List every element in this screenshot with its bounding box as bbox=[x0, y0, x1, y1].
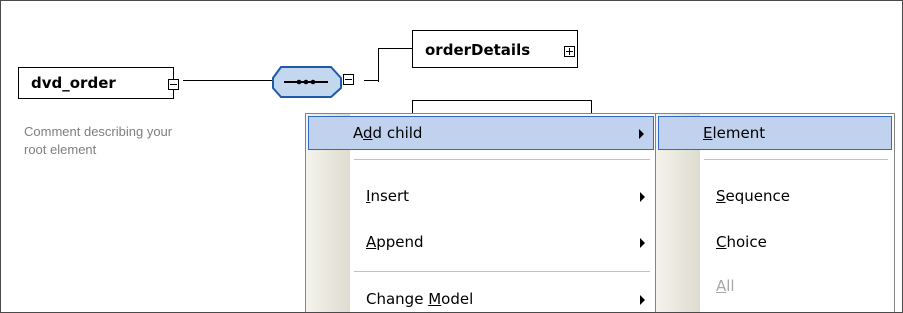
menu-separator bbox=[354, 159, 650, 160]
expand-toggle-icon[interactable] bbox=[564, 46, 575, 57]
label-part: ppend bbox=[376, 233, 424, 251]
connector-line bbox=[364, 80, 378, 81]
root-element-name: dvd_order bbox=[31, 74, 116, 92]
label-part: d child bbox=[372, 124, 423, 142]
menu-item-insert[interactable]: Insert bbox=[308, 180, 654, 214]
child-element-box[interactable]: orderDetails bbox=[412, 30, 581, 71]
label-part: equence bbox=[725, 187, 790, 205]
label-part: lement bbox=[712, 124, 766, 142]
add-child-submenu: Element Sequence Choice All bbox=[655, 113, 895, 312]
schema-diagram-canvas[interactable]: dvd_order Comment describing your root e… bbox=[0, 0, 903, 313]
menu-item-label: All bbox=[716, 277, 735, 295]
access-key: M bbox=[428, 290, 442, 308]
root-element-box[interactable]: dvd_order bbox=[18, 67, 179, 102]
label-part: odel bbox=[441, 290, 474, 308]
sequence-compositor-icon[interactable] bbox=[271, 64, 351, 100]
submenu-item-all: All bbox=[658, 270, 892, 304]
label-part: ll bbox=[726, 277, 735, 295]
context-menu: Add child Insert Append Change Model bbox=[305, 113, 657, 312]
menu-item-label: Choice bbox=[716, 233, 767, 251]
comment-line: root element bbox=[24, 142, 97, 157]
submenu-arrow-icon bbox=[639, 129, 644, 139]
access-key: S bbox=[716, 187, 726, 205]
menu-item-add-child[interactable]: Add child bbox=[308, 116, 654, 150]
menu-item-change-model[interactable]: Change Model bbox=[308, 283, 654, 312]
access-key: d bbox=[363, 124, 373, 142]
label-part: Change bbox=[366, 290, 429, 308]
access-key: A bbox=[366, 233, 377, 251]
menu-item-label: Change Model bbox=[366, 290, 473, 308]
child-element-name: orderDetails bbox=[425, 41, 531, 59]
submenu-item-choice[interactable]: Choice bbox=[658, 226, 892, 260]
menu-item-label: Add child bbox=[353, 124, 422, 142]
label-part: A bbox=[353, 124, 363, 142]
menu-item-append[interactable]: Append bbox=[308, 226, 654, 260]
menu-separator bbox=[704, 159, 888, 160]
collapse-toggle-icon[interactable] bbox=[168, 79, 179, 90]
connector-line bbox=[378, 48, 379, 82]
access-key: C bbox=[716, 233, 727, 251]
menu-item-label: Append bbox=[366, 233, 424, 251]
submenu-arrow-icon bbox=[640, 238, 645, 248]
collapse-toggle-icon[interactable] bbox=[343, 74, 354, 85]
menu-item-label: Insert bbox=[366, 187, 409, 205]
access-key: A bbox=[716, 277, 727, 295]
connector-line bbox=[183, 80, 273, 81]
submenu-item-element[interactable]: Element bbox=[658, 116, 892, 150]
label-part: hoice bbox=[726, 233, 767, 251]
submenu-item-sequence[interactable]: Sequence bbox=[658, 180, 892, 214]
root-element-comment: Comment describing your root element bbox=[24, 123, 172, 159]
submenu-arrow-icon bbox=[640, 295, 645, 305]
menu-item-label: Element bbox=[703, 124, 765, 142]
connector-line bbox=[378, 48, 412, 49]
menu-item-label: Sequence bbox=[716, 187, 790, 205]
comment-line: Comment describing your bbox=[24, 124, 173, 139]
submenu-arrow-icon bbox=[640, 192, 645, 202]
label-part: nsert bbox=[370, 187, 410, 205]
menu-separator bbox=[354, 271, 650, 272]
